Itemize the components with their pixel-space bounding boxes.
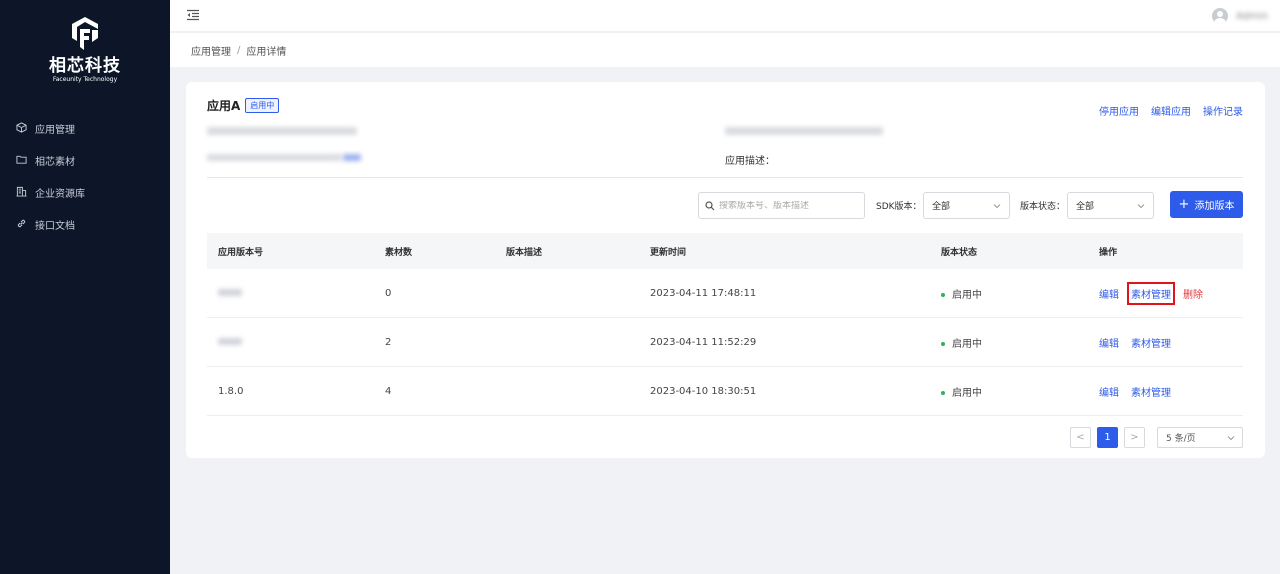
column-header: 素材数 bbox=[385, 247, 413, 258]
row-actions: 编辑 素材管理 bbox=[1088, 335, 1243, 350]
column-header: 版本状态 bbox=[941, 247, 978, 258]
divider bbox=[207, 177, 1243, 178]
cube-icon bbox=[16, 122, 28, 134]
version-cell bbox=[207, 337, 374, 348]
link-icon bbox=[16, 218, 28, 230]
table-header: 应用版本号 素材数 版本描述 更新时间 版本状态 操作 bbox=[207, 233, 1243, 269]
redacted-info bbox=[725, 127, 883, 135]
page-size-select[interactable]: 5 条/页 bbox=[1157, 427, 1243, 448]
next-page-button[interactable]: > bbox=[1124, 427, 1145, 448]
app-actions: 停用应用 编辑应用 操作记录 bbox=[1099, 103, 1243, 118]
material-count: 0 bbox=[385, 287, 392, 299]
sdk-version-label: SDK版本： bbox=[876, 202, 922, 212]
material-count: 4 bbox=[385, 385, 392, 397]
user-menu[interactable]: Admin bbox=[1212, 8, 1268, 24]
chevron-down-icon bbox=[1227, 436, 1235, 441]
app-name: 应用A bbox=[207, 99, 241, 113]
plus-icon: + bbox=[1178, 197, 1190, 212]
status-dot bbox=[941, 292, 945, 297]
status-dot bbox=[941, 341, 945, 346]
chevron-down-icon bbox=[993, 204, 1001, 209]
edit-link[interactable]: 编辑 bbox=[1099, 384, 1119, 399]
material-management-link[interactable]: 素材管理 bbox=[1127, 281, 1175, 305]
folder-icon bbox=[16, 154, 28, 166]
column-header: 应用版本号 bbox=[218, 247, 264, 258]
app-description-label: 应用描述： bbox=[725, 156, 775, 167]
column-header: 版本描述 bbox=[506, 247, 543, 258]
breadcrumb-separator: / bbox=[237, 44, 241, 56]
chevron-down-icon bbox=[1137, 204, 1145, 209]
top-bar: Admin bbox=[170, 0, 1280, 32]
search-icon bbox=[705, 200, 715, 210]
sidebar-item-label: 相芯素材 bbox=[35, 156, 75, 168]
version-cell bbox=[207, 288, 374, 299]
version-table: 应用版本号 素材数 版本描述 更新时间 版本状态 操作 0 2023-04-11… bbox=[207, 233, 1243, 416]
avatar bbox=[1212, 8, 1229, 24]
row-actions: 编辑 素材管理 删除 bbox=[1088, 281, 1243, 305]
version-status: 启用中 bbox=[930, 286, 1088, 301]
material-count: 2 bbox=[385, 336, 392, 348]
column-header: 操作 bbox=[1099, 247, 1118, 258]
menu-fold-icon[interactable] bbox=[186, 9, 200, 21]
version-status-value: 全部 bbox=[1076, 202, 1095, 212]
add-version-button[interactable]: + 添加版本 bbox=[1170, 191, 1243, 218]
material-management-link[interactable]: 素材管理 bbox=[1131, 335, 1171, 350]
updated-time: 2023-04-10 18:30:51 bbox=[650, 385, 757, 397]
row-actions: 编辑 素材管理 bbox=[1088, 384, 1243, 399]
operation-log-link[interactable]: 操作记录 bbox=[1203, 103, 1243, 118]
edit-link[interactable]: 编辑 bbox=[1099, 335, 1119, 350]
page-button[interactable]: 1 bbox=[1097, 427, 1118, 448]
redacted-info bbox=[207, 127, 357, 135]
app-detail-card: 应用A 启用中 停用应用 编辑应用 操作记录 应用描述： SDK版本： 全部 版… bbox=[186, 82, 1265, 458]
search-input[interactable] bbox=[719, 200, 859, 211]
redacted-info bbox=[207, 154, 342, 161]
brand-subtitle: Faceunity Technology bbox=[52, 76, 118, 83]
breadcrumb-current: 应用详情 bbox=[246, 46, 287, 58]
sidebar: 相芯科技 Faceunity Technology 应用管理 相芯素材 企业资源… bbox=[0, 0, 170, 574]
version-status: 启用中 bbox=[930, 384, 1088, 399]
faceunity-logo-icon bbox=[72, 17, 98, 50]
version-status-select[interactable]: 全部 bbox=[1067, 192, 1154, 219]
add-version-label: 添加版本 bbox=[1194, 201, 1235, 212]
sdk-version-select[interactable]: 全部 bbox=[923, 192, 1010, 219]
sidebar-item-api-docs[interactable]: 接口文档 bbox=[0, 208, 170, 240]
brand-name: 相芯科技 bbox=[49, 56, 121, 76]
page-size-value: 5 条/页 bbox=[1166, 434, 1196, 444]
table-row: 0 2023-04-11 17:48:11 启用中 编辑 素材管理 删除 bbox=[207, 269, 1243, 318]
table-row: 1.8.0 4 2023-04-10 18:30:51 启用中 编辑 素材管理 bbox=[207, 367, 1243, 416]
disable-app-link[interactable]: 停用应用 bbox=[1099, 103, 1139, 118]
username: Admin bbox=[1236, 10, 1268, 22]
status-dot bbox=[941, 390, 945, 395]
sidebar-item-label: 应用管理 bbox=[35, 124, 75, 136]
redacted-link[interactable] bbox=[343, 154, 361, 161]
prev-page-button[interactable]: < bbox=[1070, 427, 1091, 448]
version-status-label: 版本状态： bbox=[1020, 202, 1066, 212]
status-badge: 启用中 bbox=[245, 98, 280, 113]
table-row: 2 2023-04-11 11:52:29 启用中 编辑 素材管理 bbox=[207, 318, 1243, 367]
building-icon bbox=[16, 186, 28, 198]
version-search[interactable] bbox=[698, 192, 865, 219]
sdk-version-value: 全部 bbox=[932, 202, 951, 212]
version-status: 启用中 bbox=[930, 335, 1088, 350]
breadcrumb-parent[interactable]: 应用管理 bbox=[191, 43, 231, 58]
brand-logo: 相芯科技 Faceunity Technology bbox=[0, 16, 170, 84]
sidebar-item-enterprise-library[interactable]: 企业资源库 bbox=[0, 176, 170, 208]
updated-time: 2023-04-11 11:52:29 bbox=[650, 336, 757, 348]
pagination: < 1 > 5 条/页 bbox=[1070, 427, 1243, 448]
sidebar-item-materials[interactable]: 相芯素材 bbox=[0, 144, 170, 176]
column-header: 更新时间 bbox=[650, 247, 687, 258]
version-cell: 1.8.0 bbox=[218, 385, 244, 397]
sidebar-item-label: 企业资源库 bbox=[35, 188, 85, 200]
sidebar-nav: 应用管理 相芯素材 企业资源库 接口文档 bbox=[0, 112, 170, 240]
breadcrumb: 应用管理 / 应用详情 bbox=[170, 33, 1280, 67]
material-management-link[interactable]: 素材管理 bbox=[1131, 384, 1171, 399]
sidebar-item-label: 接口文档 bbox=[35, 220, 75, 232]
updated-time: 2023-04-11 17:48:11 bbox=[650, 287, 757, 299]
delete-link[interactable]: 删除 bbox=[1183, 286, 1203, 301]
sidebar-item-app-management[interactable]: 应用管理 bbox=[0, 112, 170, 144]
edit-link[interactable]: 编辑 bbox=[1099, 286, 1119, 301]
edit-app-link[interactable]: 编辑应用 bbox=[1151, 103, 1191, 118]
app-title: 应用A 启用中 bbox=[207, 97, 280, 114]
